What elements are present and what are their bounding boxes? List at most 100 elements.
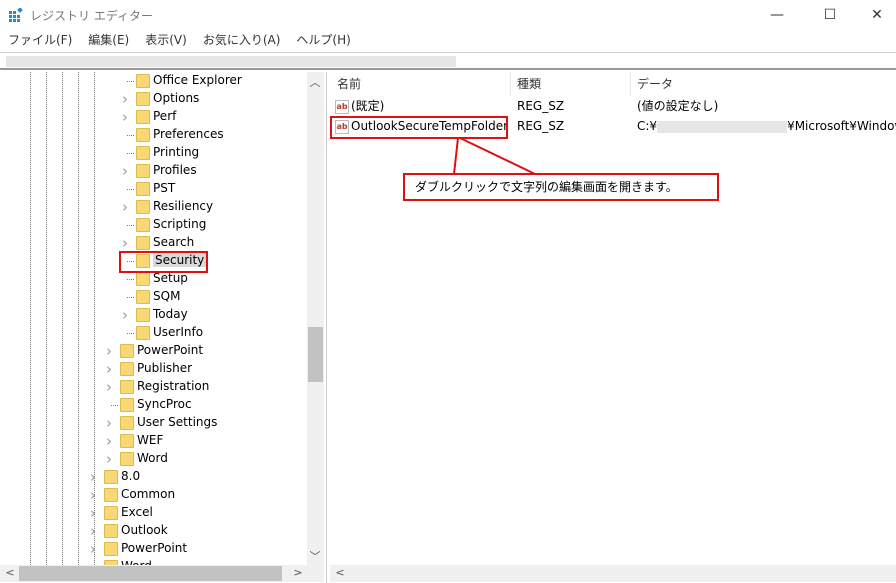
folder-icon	[104, 542, 118, 556]
tree-connector	[127, 153, 134, 154]
maximize-button[interactable]: ☐	[815, 4, 845, 26]
tree-item[interactable]: › Outlook	[0, 522, 305, 540]
close-button[interactable]: ✕	[862, 4, 892, 26]
expand-chevron-icon[interactable]: ›	[104, 360, 114, 378]
expand-chevron-icon[interactable]: ›	[120, 162, 130, 180]
tree-item-label: SyncProc	[137, 397, 192, 411]
registry-editor-icon	[9, 8, 23, 22]
menu-favorites[interactable]: お気に入り(A)	[203, 31, 281, 49]
tree-item[interactable]: › Today	[0, 306, 305, 324]
menu-file[interactable]: ファイル(F)	[8, 31, 72, 49]
expand-chevron-icon[interactable]: ›	[88, 486, 98, 504]
scroll-thumb[interactable]	[19, 566, 282, 581]
tree-item-label: Outlook	[121, 523, 168, 537]
tree-item-label: Preferences	[153, 127, 224, 141]
expand-chevron-icon[interactable]: ›	[104, 414, 114, 432]
expand-chevron-icon[interactable]: ›	[104, 432, 114, 450]
tree-item-label: Office Explorer	[153, 73, 242, 87]
tree-connector	[127, 135, 134, 136]
tree-item[interactable]: › User Settings	[0, 414, 305, 432]
tree-item[interactable]: › PowerPoint	[0, 342, 305, 360]
value-name: (既定)	[351, 99, 385, 113]
expand-chevron-icon[interactable]: ›	[120, 198, 130, 216]
highlight-security	[119, 251, 208, 273]
column-type[interactable]: 種類	[517, 72, 541, 96]
tree-item[interactable]: › Perf	[0, 108, 305, 126]
scroll-down-icon[interactable]: ﹀	[307, 548, 323, 564]
column-divider[interactable]	[630, 72, 631, 96]
column-divider[interactable]	[510, 72, 511, 96]
tree-item[interactable]: SQM	[0, 288, 305, 306]
tree-horizontal-scrollbar[interactable]: < >	[0, 565, 324, 582]
scroll-thumb[interactable]	[308, 327, 323, 382]
tree-item-label: UserInfo	[153, 325, 204, 339]
folder-icon	[136, 182, 150, 196]
scroll-right-icon[interactable]: >	[290, 566, 306, 579]
address-bar[interactable]	[0, 52, 896, 70]
tree-item-label: User Settings	[137, 415, 218, 429]
column-data[interactable]: データ	[637, 72, 673, 96]
tree-item[interactable]: › WEF	[0, 432, 305, 450]
tree-item[interactable]: › Search	[0, 234, 305, 252]
tree-connector	[127, 279, 134, 280]
tree-item-label: 8.0	[121, 469, 141, 483]
tree-vertical-scrollbar[interactable]: ︿ ﹀	[307, 72, 324, 565]
tree-item[interactable]: › Excel	[0, 504, 305, 522]
expand-chevron-icon[interactable]: ›	[88, 522, 98, 540]
menu-edit[interactable]: 編集(E)	[88, 31, 129, 49]
values-horizontal-scrollbar[interactable]: <	[330, 565, 896, 582]
expand-chevron-icon[interactable]: ›	[120, 90, 130, 108]
tree-item-label: Profiles	[153, 163, 197, 177]
value-row[interactable]: ab (既定)	[335, 96, 384, 116]
scroll-left-icon[interactable]: <	[2, 566, 18, 579]
tree-item[interactable]: › Publisher	[0, 360, 305, 378]
tree-item-label: Publisher	[137, 361, 193, 375]
tree-item-label: Word	[137, 451, 168, 465]
tree-item[interactable]: Printing	[0, 144, 305, 162]
expand-chevron-icon[interactable]: ›	[88, 540, 98, 558]
column-name[interactable]: 名前	[337, 72, 361, 96]
folder-icon	[136, 92, 150, 106]
expand-chevron-icon[interactable]: ›	[104, 342, 114, 360]
scroll-up-icon[interactable]: ︿	[307, 74, 323, 90]
tree-item[interactable]: › Word	[0, 450, 305, 468]
minimize-button[interactable]: —	[762, 4, 792, 26]
tree-item[interactable]: Preferences	[0, 126, 305, 144]
folder-icon	[120, 380, 134, 394]
folder-icon	[136, 290, 150, 304]
tree-item[interactable]: › Registration	[0, 378, 305, 396]
folder-icon	[120, 344, 134, 358]
menu-help[interactable]: ヘルプ(H)	[296, 31, 350, 49]
expand-chevron-icon[interactable]: ›	[88, 504, 98, 522]
folder-icon	[136, 74, 150, 88]
value-data-prefix: C:¥	[637, 119, 658, 133]
tree-item[interactable]: › Resiliency	[0, 198, 305, 216]
expand-chevron-icon[interactable]: ›	[120, 108, 130, 126]
folder-icon	[136, 308, 150, 322]
scroll-left-icon[interactable]: <	[332, 566, 348, 579]
menu-view[interactable]: 表示(V)	[145, 31, 187, 49]
folder-icon	[120, 398, 134, 412]
window-title: レジストリ エディター	[30, 9, 153, 23]
tree-item[interactable]: PST	[0, 180, 305, 198]
folder-icon	[136, 128, 150, 142]
tree-item-label: WEF	[137, 433, 164, 447]
tree-item[interactable]: › Profiles	[0, 162, 305, 180]
folder-icon	[136, 200, 150, 214]
tree-item[interactable]: SyncProc	[0, 396, 305, 414]
tree-item[interactable]: › PowerPoint	[0, 540, 305, 558]
value-type: REG_SZ	[517, 119, 565, 133]
tree-item[interactable]: Office Explorer	[0, 72, 305, 90]
tree-item[interactable]: › 8.0	[0, 468, 305, 486]
tree-item[interactable]: Scripting	[0, 216, 305, 234]
tree-item[interactable]: UserInfo	[0, 324, 305, 342]
expand-chevron-icon[interactable]: ›	[104, 450, 114, 468]
tree-connector	[127, 297, 134, 298]
tree-item-label: PowerPoint	[121, 541, 188, 555]
expand-chevron-icon[interactable]: ›	[120, 234, 130, 252]
tree-item[interactable]: › Options	[0, 90, 305, 108]
expand-chevron-icon[interactable]: ›	[104, 378, 114, 396]
tree-item[interactable]: › Common	[0, 486, 305, 504]
expand-chevron-icon[interactable]: ›	[88, 468, 98, 486]
expand-chevron-icon[interactable]: ›	[120, 306, 130, 324]
